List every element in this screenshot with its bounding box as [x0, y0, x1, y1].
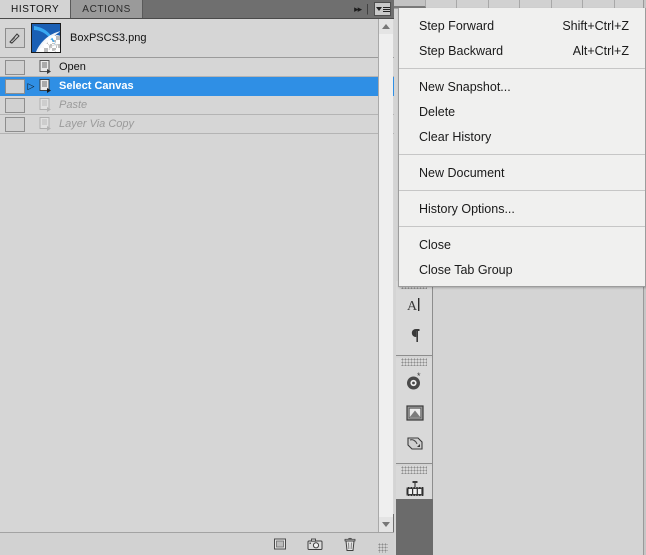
menu-item-shortcut: Alt+Ctrl+Z	[572, 43, 629, 58]
history-item-paste[interactable]: Paste	[0, 96, 394, 115]
right-empty-area	[433, 279, 646, 555]
tab-history[interactable]: HISTORY	[0, 0, 72, 18]
dock-strip-cell	[489, 0, 520, 8]
snapshot-name: BoxPSCS3.png	[70, 32, 147, 44]
divider: |	[366, 3, 369, 15]
menu-item-label: Close Tab Group	[419, 262, 513, 277]
tab-bar-filler	[142, 0, 355, 18]
history-state-icon	[37, 79, 54, 93]
history-scrollbar[interactable]	[378, 19, 393, 532]
menu-item-label: History Options...	[419, 201, 515, 216]
character-panel-icon[interactable]: A	[399, 290, 430, 320]
history-panel: HISTORY ACTIONS ▸▸ | BoxPSCS3.png Open ▷…	[0, 0, 394, 555]
menu-separator	[399, 68, 645, 69]
history-brush-icon[interactable]	[5, 28, 25, 48]
history-state-icon	[37, 60, 54, 74]
right-dock-area: A *	[394, 279, 646, 555]
history-item-open[interactable]: Open	[0, 58, 394, 77]
delete-state-button[interactable]	[341, 535, 359, 553]
history-state-icon	[37, 117, 54, 131]
dock-group-type: A	[396, 281, 432, 356]
menu-item-label: Step Forward	[419, 18, 495, 33]
dock-strip-cell	[457, 0, 489, 8]
dock-strip-cell	[583, 0, 615, 8]
menu-item-new-snapshot[interactable]: New Snapshot...	[399, 74, 645, 99]
menu-item-step-backward[interactable]: Step Backward Alt+Ctrl+Z	[399, 38, 645, 63]
menu-separator	[399, 154, 645, 155]
tab-actions-label: ACTIONS	[82, 3, 131, 15]
new-snapshot-button[interactable]	[306, 535, 324, 553]
dock-bottom-fill	[396, 499, 433, 555]
dock-strip-cell	[520, 0, 552, 8]
menu-item-label: Close	[419, 237, 451, 252]
paragraph-panel-icon[interactable]	[399, 321, 430, 351]
history-bottom-toolbar	[0, 532, 394, 555]
menu-item-close[interactable]: Close	[399, 232, 645, 257]
dock-strip-cell	[552, 0, 583, 8]
snapshot-thumbnail	[31, 23, 61, 53]
histogram-panel-icon[interactable]	[399, 429, 430, 459]
resize-grip-icon[interactable]	[378, 543, 388, 553]
history-item-label: Open	[59, 61, 86, 73]
history-item-layer-via-copy[interactable]: Layer Via Copy	[0, 115, 394, 134]
menu-item-new-document[interactable]: New Document	[399, 160, 645, 185]
snapshot-row[interactable]: BoxPSCS3.png	[0, 19, 394, 58]
menu-separator	[399, 190, 645, 191]
navigator-panel-icon[interactable]	[399, 398, 430, 428]
history-item-label: Layer Via Copy	[59, 118, 135, 130]
new-document-from-state-button[interactable]	[271, 535, 289, 553]
scroll-down-arrow[interactable]	[379, 517, 393, 532]
menu-item-clear-history[interactable]: Clear History	[399, 124, 645, 149]
dock-grip-icon[interactable]	[401, 358, 427, 366]
menu-item-label: Clear History	[419, 129, 492, 144]
svg-text:*: *	[417, 371, 421, 381]
photoshop-panel-screenshot: HISTORY ACTIONS ▸▸ | BoxPSCS3.png Open ▷…	[0, 0, 646, 555]
history-item-label: Paste	[59, 99, 88, 111]
tab-history-label: HISTORY	[11, 3, 60, 15]
scroll-up-arrow[interactable]	[379, 19, 393, 34]
menu-item-history-options[interactable]: History Options...	[399, 196, 645, 221]
menu-item-step-forward[interactable]: Step Forward Shift+Ctrl+Z	[399, 13, 645, 38]
panel-menu-icon[interactable]	[374, 2, 391, 16]
history-item-label: Select Canvas	[59, 80, 134, 92]
dock-strip-cell	[394, 0, 426, 8]
menu-item-close-tab-group[interactable]: Close Tab Group	[399, 257, 645, 282]
history-item-select-canvas[interactable]: ▷ Select Canvas	[0, 77, 394, 96]
menu-item-label: Step Backward	[419, 43, 504, 58]
double-chevron-right-icon[interactable]: ▸▸	[354, 4, 362, 15]
menu-separator	[399, 226, 645, 227]
menu-item-label: New Snapshot...	[419, 79, 511, 94]
dock-strip-cell	[426, 0, 457, 8]
history-state-icon	[37, 98, 54, 112]
history-list-empty-area	[0, 134, 394, 514]
dock-group-color: *	[396, 358, 432, 464]
collapsed-panel-dock: A *	[396, 279, 433, 555]
svg-text:A: A	[407, 299, 418, 314]
color-panel-icon[interactable]: *	[399, 367, 430, 397]
history-source-toggle[interactable]	[5, 59, 25, 75]
current-state-marker: ▷	[27, 80, 35, 91]
menu-item-delete[interactable]: Delete	[399, 99, 645, 124]
menu-item-label: Delete	[419, 104, 456, 119]
history-source-toggle[interactable]	[5, 97, 25, 113]
menu-item-shortcut: Shift+Ctrl+Z	[562, 18, 629, 33]
tab-actions[interactable]: ACTIONS	[71, 0, 143, 18]
history-source-toggle[interactable]	[5, 116, 25, 132]
menu-item-label: New Document	[419, 165, 505, 180]
dock-grip-icon[interactable]	[401, 466, 427, 474]
panel-tab-bar: HISTORY ACTIONS ▸▸ |	[0, 0, 394, 19]
history-source-toggle[interactable]	[5, 78, 25, 94]
history-state-list: Open ▷ Select Canvas Paste Layer Via Cop…	[0, 58, 394, 514]
tab-bar-controls: ▸▸ |	[354, 0, 394, 18]
dock-strip-cell	[615, 0, 646, 8]
history-panel-menu: Step Forward Shift+Ctrl+Z Step Backward …	[398, 8, 646, 287]
